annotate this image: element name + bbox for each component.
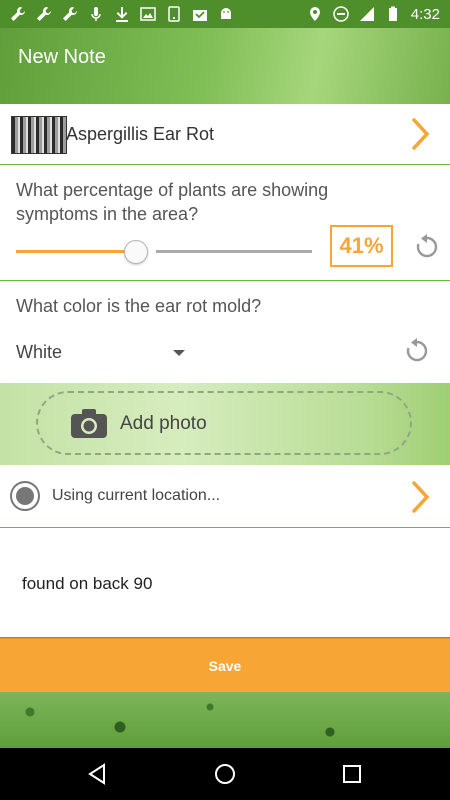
background-image xyxy=(0,692,450,748)
add-photo-button[interactable]: Add photo xyxy=(36,391,412,455)
notification-icons xyxy=(0,6,234,22)
location-radio[interactable] xyxy=(10,481,40,511)
save-button[interactable]: Save xyxy=(0,638,450,693)
wrench-icon xyxy=(37,7,51,21)
disease-label: Aspergillis Ear Rot xyxy=(66,124,215,144)
photo-section: Add photo xyxy=(0,383,450,465)
location-row[interactable]: Using current location... xyxy=(0,465,450,528)
system-status: 4:32 xyxy=(307,6,450,23)
percentage-value[interactable]: 41% xyxy=(330,225,393,267)
location-icon xyxy=(309,7,320,21)
image-icon xyxy=(140,7,156,21)
color-question: What color is the ear rot mold? xyxy=(16,296,262,316)
mic-icon xyxy=(91,7,101,21)
note-form: Aspergillis Ear Rot What percentage of p… xyxy=(0,104,450,637)
caret-down-icon xyxy=(173,350,185,356)
camera-icon xyxy=(71,409,107,438)
wrench-icon xyxy=(63,7,77,21)
disease-thumbnail xyxy=(11,116,67,154)
home-icon[interactable] xyxy=(213,762,237,786)
wrench-icon xyxy=(11,7,25,21)
back-icon[interactable] xyxy=(86,762,110,786)
checkmark-tray-icon xyxy=(193,10,207,21)
slider-track[interactable] xyxy=(156,250,312,253)
slider-fill xyxy=(16,250,136,253)
color-select-value: White xyxy=(16,342,63,362)
add-photo-label: Add photo xyxy=(120,413,207,434)
chevron-right-icon[interactable] xyxy=(411,117,431,151)
percentage-slider-thumb[interactable] xyxy=(124,240,148,264)
download-icon xyxy=(116,7,128,22)
color-select[interactable]: White xyxy=(16,340,196,366)
phone-icon xyxy=(168,6,180,22)
app-bar: New Note xyxy=(0,28,450,104)
battery-icon xyxy=(388,6,397,21)
signal-icon xyxy=(359,7,374,21)
status-bar: 4:32 xyxy=(0,0,450,28)
location-label: Using current location... xyxy=(52,487,221,504)
dnd-icon xyxy=(333,6,349,22)
divider xyxy=(0,280,450,281)
page-title: New Note xyxy=(18,46,106,68)
android-icon xyxy=(221,8,231,19)
notes-text[interactable]: found on back 90 xyxy=(22,574,152,594)
disease-row[interactable]: Aspergillis Ear Rot xyxy=(0,104,450,165)
navigation-bar xyxy=(0,748,450,800)
recents-icon[interactable] xyxy=(340,762,364,786)
percentage-question: What percentage of plants are showing sy… xyxy=(16,180,329,224)
reset-icon[interactable] xyxy=(403,337,431,365)
clock: 4:32 xyxy=(410,5,440,23)
reset-icon[interactable] xyxy=(413,233,441,261)
chevron-right-icon[interactable] xyxy=(411,480,431,514)
